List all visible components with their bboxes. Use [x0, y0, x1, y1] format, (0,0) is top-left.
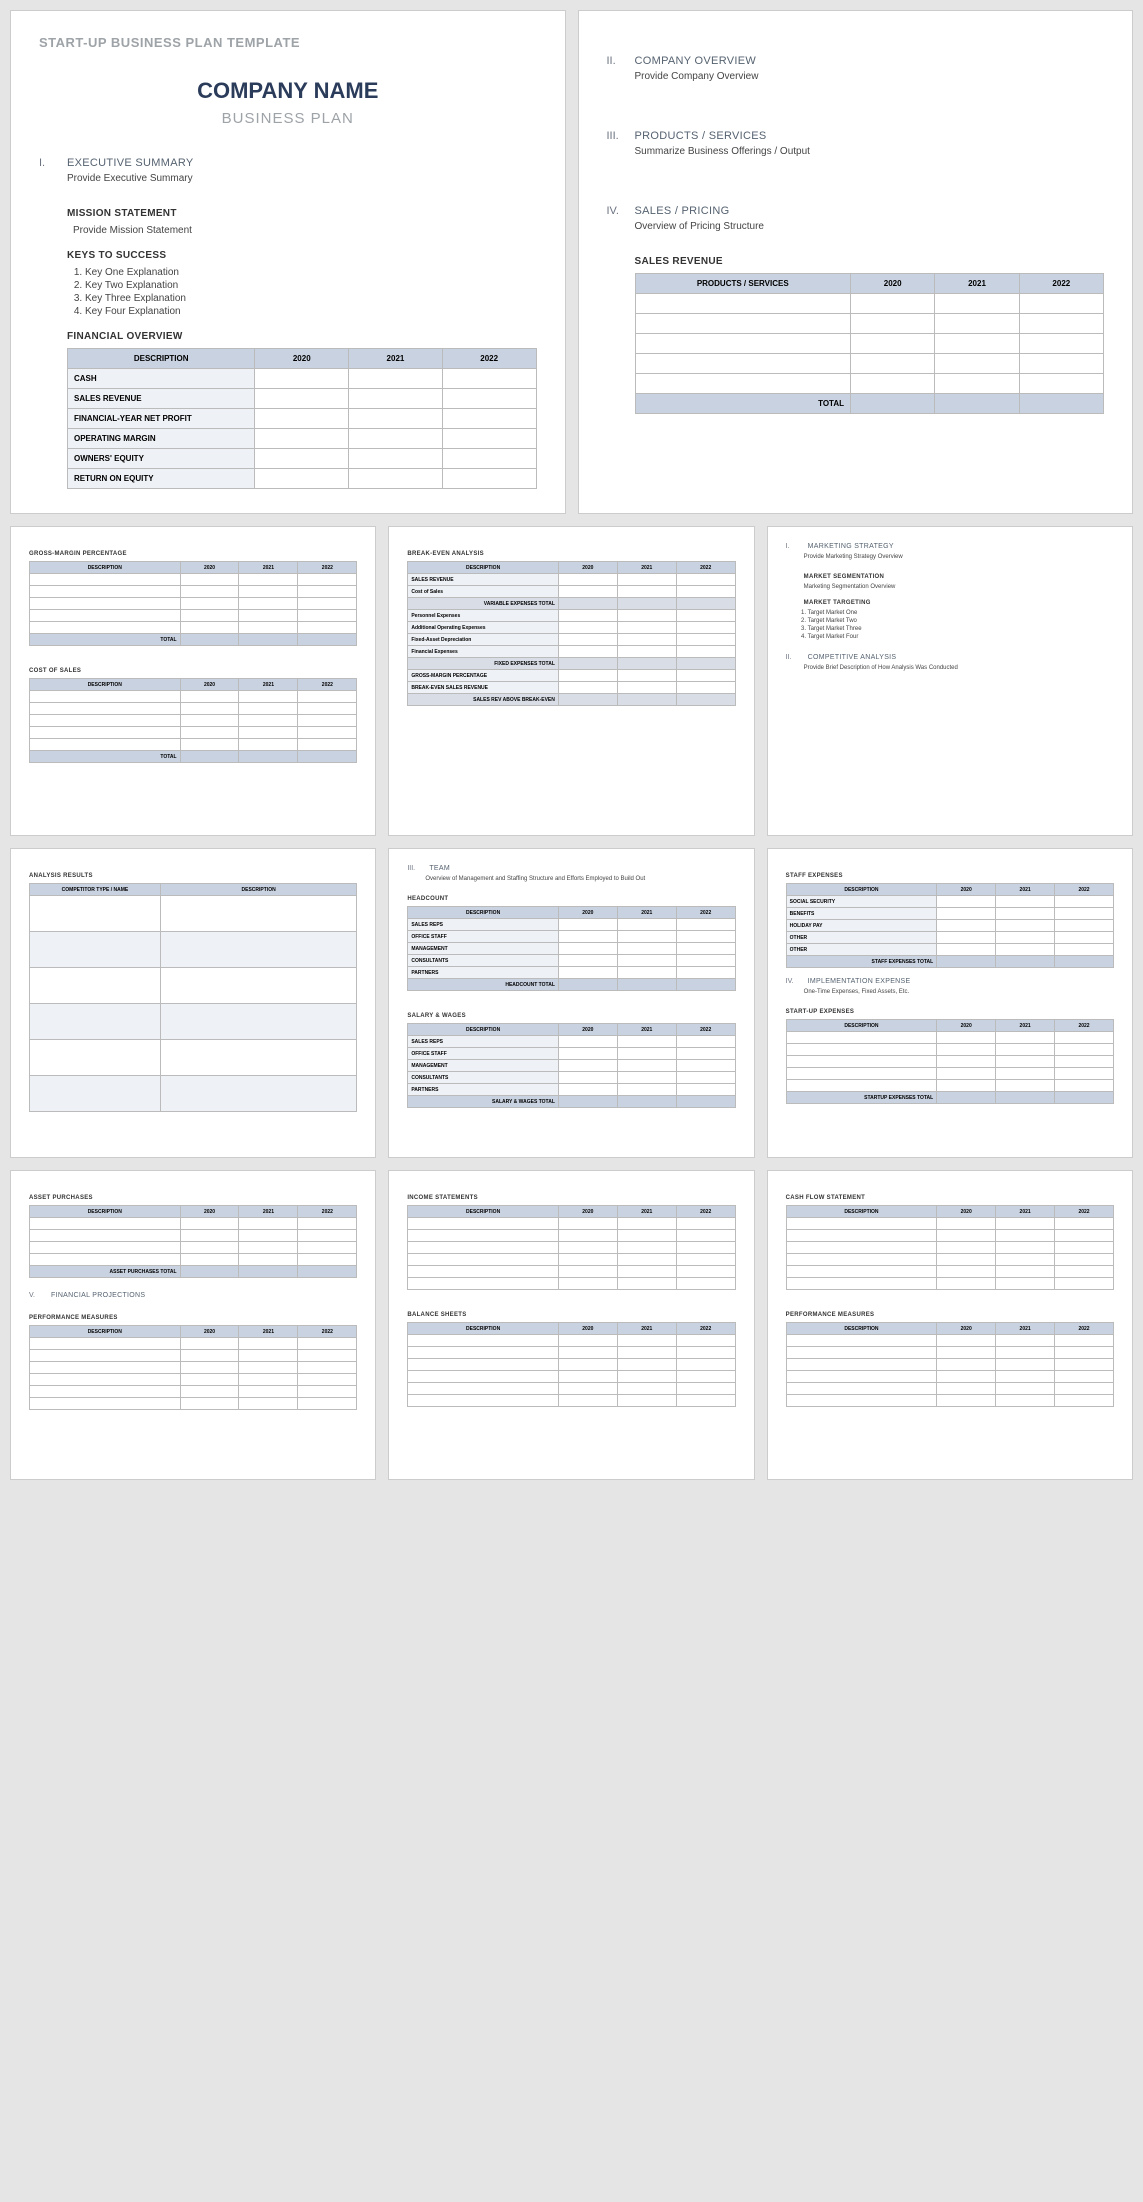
- subhead-sales-rev: SALES REVENUE: [635, 256, 1105, 267]
- sec-num: I.: [39, 157, 57, 169]
- keys-list: Key One Explanation Key Two Explanation …: [85, 267, 537, 317]
- target-list: Target Market One Target Market Two Targ…: [808, 610, 1114, 640]
- page-6: ANALYSIS RESULTS COMPETITOR TYPE / NAMED…: [10, 848, 376, 1158]
- headcount-table: DESCRIPTION202020212022 SALES REPS OFFIC…: [407, 906, 735, 991]
- page-1: START-UP BUSINESS PLAN TEMPLATE COMPANY …: [10, 10, 566, 514]
- balance-sheets-table: DESCRIPTION202020212022: [407, 1322, 735, 1407]
- list-item: Key One Explanation: [85, 267, 537, 278]
- company-name: COMPANY NAME: [39, 78, 537, 104]
- subhead-mission: MISSION STATEMENT: [67, 208, 537, 219]
- list-item: Key Three Explanation: [85, 293, 537, 304]
- page-3: GROSS-MARGIN PERCENTAGE DESCRIPTION20202…: [10, 526, 376, 836]
- sec-title: EXECUTIVE SUMMARY: [67, 157, 194, 169]
- cos-table: DESCRIPTION202020212022 TOTAL: [29, 678, 357, 763]
- income-statements-table: DESCRIPTION202020212022: [407, 1205, 735, 1290]
- startup-expenses-table: DESCRIPTION202020212022 STARTUP EXPENSES…: [786, 1019, 1114, 1104]
- subbody: Provide Mission Statement: [73, 225, 537, 236]
- page-4: BREAK-EVEN ANALYSIS DESCRIPTION202020212…: [388, 526, 754, 836]
- doc-title: START-UP BUSINESS PLAN TEMPLATE: [39, 35, 537, 50]
- subhead-fin: FINANCIAL OVERVIEW: [67, 331, 537, 342]
- bea-table: DESCRIPTION202020212022 SALES REVENUE Co…: [407, 561, 735, 706]
- list-item: Key Four Explanation: [85, 306, 537, 317]
- subhead-keys: KEYS TO SUCCESS: [67, 250, 537, 261]
- analysis-results-table: COMPETITOR TYPE / NAMEDESCRIPTION: [29, 883, 357, 1112]
- performance-measures-table: DESCRIPTION202020212022: [29, 1325, 357, 1410]
- page-9: ASSET PURCHASES DESCRIPTION202020212022 …: [10, 1170, 376, 1480]
- page-2: II.COMPANY OVERVIEW Provide Company Over…: [578, 10, 1134, 514]
- sec-body: Provide Executive Summary: [67, 173, 537, 184]
- cash-flow-table: DESCRIPTION202020212022: [786, 1205, 1114, 1290]
- subtitle: BUSINESS PLAN: [39, 110, 537, 127]
- list-item: Key Two Explanation: [85, 280, 537, 291]
- page-7: III.TEAM Overview of Management and Staf…: [388, 848, 754, 1158]
- asset-purchases-table: DESCRIPTION202020212022 ASSET PURCHASES …: [29, 1205, 357, 1278]
- page-5: I.MARKETING STRATEGY Provide Marketing S…: [767, 526, 1133, 836]
- performance-measures-2-table: DESCRIPTION202020212022: [786, 1322, 1114, 1407]
- financial-overview-table: DESCRIPTION202020212022 CASH SALES REVEN…: [67, 348, 537, 489]
- gmp-table: DESCRIPTION202020212022 TOTAL: [29, 561, 357, 646]
- staff-expenses-table: DESCRIPTION202020212022 SOCIAL SECURITY …: [786, 883, 1114, 968]
- page-11: CASH FLOW STATEMENT DESCRIPTION202020212…: [767, 1170, 1133, 1480]
- salary-wages-table: DESCRIPTION202020212022 SALES REPS OFFIC…: [407, 1023, 735, 1108]
- page-10: INCOME STATEMENTS DESCRIPTION20202021202…: [388, 1170, 754, 1480]
- sales-revenue-table: PRODUCTS / SERVICES202020212022 TOTAL: [635, 273, 1105, 414]
- page-8: STAFF EXPENSES DESCRIPTION202020212022 S…: [767, 848, 1133, 1158]
